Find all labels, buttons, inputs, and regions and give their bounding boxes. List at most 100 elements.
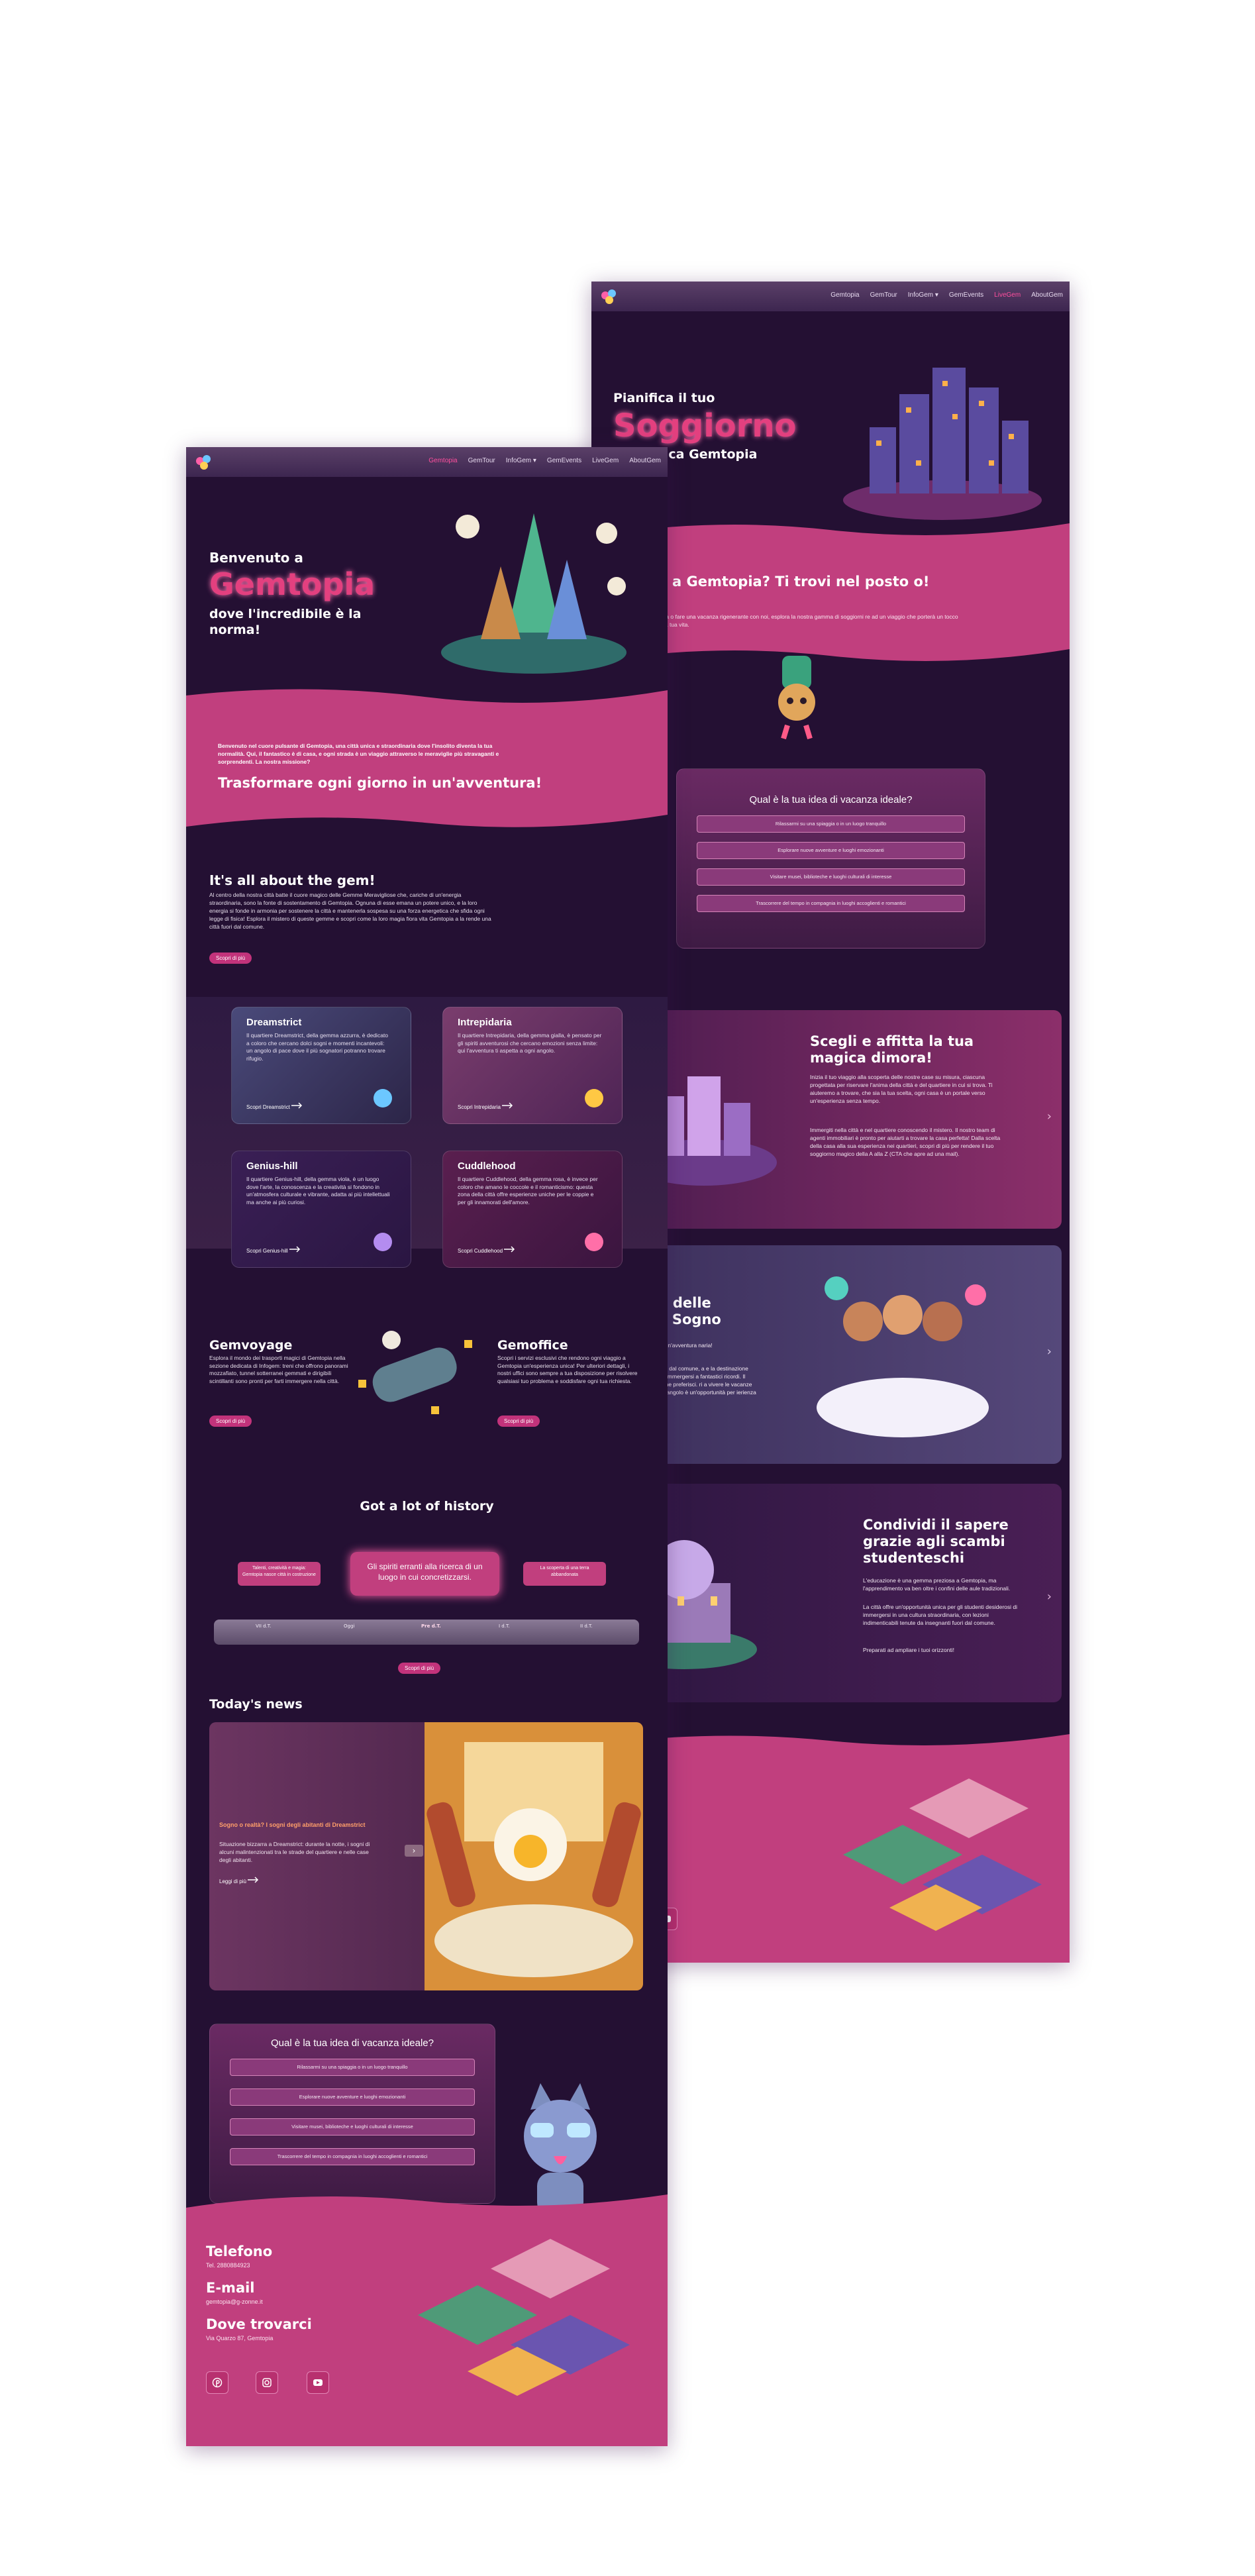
instagram-icon[interactable] [256, 2371, 278, 2394]
timeline-label[interactable]: VII d.T. [256, 1623, 271, 1629]
feature-title: Scegli e affitta la tua magica dimora! [810, 1033, 974, 1066]
district-card-cuddlehood: Cuddlehood Il quartiere Cuddlehood, dell… [442, 1151, 623, 1268]
nav-item-gemevents[interactable]: GemEvents [547, 457, 581, 464]
quiz-option[interactable]: Visitare musei, biblioteche e luoghi cul… [230, 2118, 475, 2136]
pinterest-icon[interactable] [206, 2371, 228, 2394]
hero-line1: Pianifica il tuo [613, 391, 715, 405]
friends-illustration [817, 1276, 989, 1437]
blue-gem-illustration [374, 1089, 392, 1108]
yellow-gem-illustration [585, 1089, 603, 1108]
gemvoyage-text: Esplora il mondo dei trasporti magici di… [209, 1355, 348, 1384]
chevron-right-icon[interactable]: › [1047, 1590, 1052, 1604]
feature-text: Inizia il tuo viaggio alla scoperta dell… [810, 1074, 993, 1104]
city-map-illustration [843, 1778, 1042, 1931]
district-link[interactable]: Scopri Genius-hill [246, 1246, 301, 1254]
arrow-right-icon [504, 1246, 515, 1253]
nav-item-gemevents[interactable]: GemEvents [949, 291, 983, 299]
district-link[interactable]: Scopri Intrepidaria [458, 1102, 514, 1110]
arrow-right-icon [502, 1102, 513, 1109]
news-link[interactable]: Leggi di più [219, 1877, 260, 1884]
quiz-option[interactable]: Esplorare nuove avventure e luoghi emozi… [230, 2088, 475, 2106]
district-link-label: Scopri Genius-hill [246, 1248, 288, 1254]
gemvoyage-button[interactable]: Scopri di più [209, 1416, 252, 1427]
nav-item-livegem[interactable]: LiveGem [994, 291, 1021, 299]
intro-text: ubile a vivere in città o fare una vacan… [618, 613, 958, 628]
character-illustration [778, 656, 815, 740]
chevron-down-icon: ▾ [934, 291, 938, 299]
district-title: Genius-hill [246, 1160, 298, 1172]
quiz-option[interactable]: Trascorrere del tempo in compagnia in lu… [230, 2148, 475, 2165]
nav-item-gemtopia[interactable]: Gemtopia [830, 291, 859, 299]
feature-text: Preparati ad ampliare i tuoi orizzonti! [863, 1647, 954, 1653]
nav-item-livegem[interactable]: LiveGem [592, 457, 619, 464]
district-title: Cuddlehood [458, 1160, 516, 1172]
quiz-option[interactable]: Esplorare nuove avventure e luoghi emozi… [697, 842, 965, 859]
youtube-icon[interactable] [307, 2371, 329, 2394]
district-title: Dreamstrict [246, 1017, 302, 1028]
quiz-option[interactable]: Visitare musei, biblioteche e luoghi cul… [697, 868, 965, 886]
email-value[interactable]: gemtopia@g-zonne.it [206, 2298, 263, 2305]
gemoffice-title: Gemoffice [497, 1338, 568, 1353]
history-title: Got a lot of history [360, 1499, 494, 1514]
timeline-label[interactable]: II d.T. [580, 1623, 593, 1629]
phone-title: Telefono [206, 2243, 273, 2259]
district-link-label: Scopri Cuddlehood [458, 1248, 503, 1254]
intro-text: Benvenuto nel cuore pulsante di Gemtopia… [218, 743, 499, 765]
phone-value[interactable]: Tel. 2880884923 [206, 2262, 250, 2269]
district-card-genius-hill: Genius-hill Il quartiere Genius-hill, de… [231, 1151, 411, 1268]
arrow-right-icon [289, 1246, 300, 1253]
chevron-down-icon: ▾ [532, 457, 536, 464]
gemvoyage-title: Gemvoyage [209, 1338, 293, 1353]
nav-item-gemtour[interactable]: GemTour [870, 291, 897, 299]
timeline-label[interactable]: I d.T. [499, 1623, 510, 1629]
about-button[interactable]: Scopri di più [209, 953, 252, 964]
arrow-right-icon [248, 1877, 259, 1883]
gemoffice-button[interactable]: Scopri di più [497, 1416, 540, 1427]
band-wave-bottom [186, 808, 668, 827]
district-text: Il quartiere Genius-hill, della gemma vi… [246, 1176, 390, 1206]
nav-item-infogem[interactable]: InfoGem ▾ [506, 457, 536, 464]
hero-brand: Gemtopia [209, 566, 376, 602]
city-illustration [843, 368, 1042, 520]
district-link[interactable]: Scopri Dreamstrict [246, 1102, 303, 1110]
district-text: Il quartiere Dreamstrict, della gemma az… [246, 1032, 389, 1062]
train-illustration [358, 1331, 472, 1414]
nav-item-aboutgem[interactable]: AboutGem [1031, 291, 1063, 299]
pink-gem-illustration [585, 1233, 603, 1251]
district-text: Il quartiere Cuddlehood, della gemma ros… [458, 1176, 598, 1206]
about-text: Al centro della nostra città batte il cu… [209, 892, 491, 930]
timeline-label[interactable]: Oggi [344, 1623, 354, 1629]
address-title: Dove trovarci [206, 2316, 312, 2332]
nav-item-infogem[interactable]: InfoGem ▾ [908, 291, 938, 299]
logo-icon[interactable] [599, 287, 619, 307]
feature-text: L'educazione è una gemma preziosa a Gemt… [863, 1577, 1011, 1592]
nav-item-aboutgem[interactable]: AboutGem [629, 457, 661, 464]
timeline-label[interactable]: Pre d.T. [421, 1623, 441, 1629]
hero-line1: Benvenuto a [209, 550, 303, 566]
nav-item-gemtopia[interactable]: Gemtopia [428, 457, 457, 464]
logo-icon[interactable] [194, 452, 214, 472]
news-title: Today's news [209, 1697, 303, 1712]
district-link[interactable]: Scopri Cuddlehood [458, 1246, 516, 1254]
email-title: E-mail [206, 2280, 255, 2296]
quiz-option[interactable]: Rilassarmi su una spiaggia o in un luogo… [697, 815, 965, 833]
navbar: Gemtopia GemTour InfoGem ▾ GemEvents Liv… [186, 447, 668, 477]
chevron-right-icon[interactable]: › [405, 1845, 423, 1857]
history-button[interactable]: Scopri di più [398, 1663, 441, 1674]
history-card-active[interactable]: Gli spiriti erranti alla ricerca di un l… [350, 1552, 499, 1596]
quiz-option[interactable]: Trascorrere del tempo in compagnia in lu… [697, 895, 965, 912]
quiz-option[interactable]: Rilassarmi su una spiaggia o in un luogo… [230, 2059, 475, 2076]
feature-text: La città offre un'opportunità unica per … [863, 1604, 1018, 1626]
district-text: Il quartiere Intrepidaria, della gemma g… [458, 1032, 602, 1054]
chevron-right-icon[interactable]: › [1047, 1109, 1052, 1123]
hero-line2: dove l'incredibile è la norma! [209, 607, 362, 637]
history-card[interactable]: La scoperta di una terra abbandonata [523, 1562, 606, 1586]
city-map-illustration [418, 2239, 630, 2396]
feature-text: Immergiti nella città e nel quartiere co… [810, 1127, 1001, 1157]
district-link-label: Scopri Intrepidaria [458, 1104, 501, 1110]
chevron-right-icon[interactable]: › [1047, 1345, 1052, 1359]
district-card-dreamstrict: Dreamstrict Il quartiere Dreamstrict, de… [231, 1007, 411, 1124]
history-card[interactable]: Talenti, creatività e magia: Gemtopia na… [238, 1562, 321, 1586]
nav-item-gemtour[interactable]: GemTour [468, 457, 495, 464]
vacation-quiz: Qual è la tua idea di vacanza ideale? Ri… [676, 768, 985, 949]
